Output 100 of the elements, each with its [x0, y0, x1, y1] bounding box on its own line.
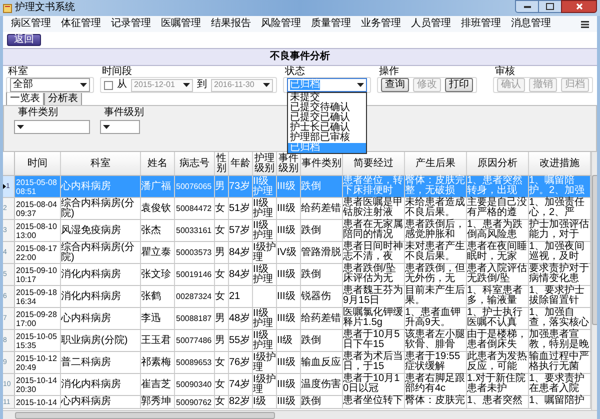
app-icon	[3, 4, 12, 12]
table-cell: 女	[215, 286, 229, 307]
table-cell: 祁素梅	[141, 352, 175, 373]
close-button[interactable]	[561, 0, 597, 13]
filter-label: 事件级别	[103, 108, 144, 118]
table-cell: 管路滑脱	[301, 242, 343, 263]
table-cell: I级护理	[253, 352, 277, 373]
table-cell: 男	[215, 242, 229, 263]
action-button[interactable]: 打印	[445, 78, 473, 92]
table-cell: 跌倒	[301, 220, 343, 241]
tab[interactable]: 一览表	[6, 92, 44, 105]
table-cell: III级	[277, 396, 301, 408]
table-cell: 患者日间时神志不清，夜	[343, 242, 405, 263]
table-cell: 2015-10-12 20:49	[15, 352, 61, 373]
table-cell: 患者医嘱是甲钴胺注射液	[343, 198, 405, 219]
column-header[interactable]: 护理级别	[253, 152, 277, 175]
dropdown-option[interactable]: 未提交	[288, 93, 366, 103]
table-cell: 2015-09-10 10:17	[15, 264, 61, 285]
column-header[interactable]: 简要经过	[343, 152, 405, 175]
maximize-button[interactable]	[539, 0, 561, 13]
table-cell: 57岁	[229, 220, 253, 241]
table-cell: 给药差错	[301, 198, 343, 219]
close-icon	[576, 3, 582, 10]
table-cell: 50077486	[175, 330, 215, 351]
table-cell: 心内科病房	[61, 396, 141, 408]
table-cell: 患者于10月5日下午15	[343, 330, 405, 351]
column-header[interactable]: 产生后果	[405, 152, 467, 175]
menu-item[interactable]: 人员管理	[411, 19, 451, 29]
filter-dropdown[interactable]	[100, 120, 140, 134]
menu-item[interactable]: 风险管理	[261, 19, 301, 29]
table-cell: I级护理	[253, 242, 277, 263]
table-cell: 崔吉芝	[141, 374, 175, 395]
table-cell: 跌倒	[301, 176, 343, 197]
table-cell: I级	[253, 396, 277, 408]
menu-item[interactable]: 体征管理	[61, 19, 101, 29]
table-cell: 此患者为发热反应，可能	[467, 352, 529, 373]
group-label: 状态	[284, 67, 306, 77]
table-cell: 跌倒	[301, 396, 343, 408]
table-cell: 给药差错	[301, 308, 343, 329]
dropdown-option[interactable]: 已提交已确认	[288, 113, 366, 123]
table-cell: 患者魏王芬为9月15日	[343, 286, 405, 307]
table-cell: 50090762	[175, 396, 215, 408]
tab[interactable]: 分析表	[44, 92, 82, 105]
group-label: 时间段	[101, 67, 133, 77]
menu-item[interactable]: 记录管理	[111, 19, 151, 29]
table-cell: II级	[277, 330, 301, 351]
action-button[interactable]: 查询	[381, 78, 409, 92]
table-cell: II级护理	[253, 176, 277, 197]
table-cell: 患者入院评估无跌倒/坠	[467, 264, 529, 285]
table-cell: III级	[277, 264, 301, 285]
menu-item[interactable]: 质量管理	[311, 19, 351, 29]
table-cell: 张文珍	[141, 264, 175, 285]
table-cell: 2015-05-08 08:51	[15, 176, 61, 197]
column-header[interactable]: 原因分析	[467, 152, 529, 175]
menu-item[interactable]: 业务管理	[361, 19, 401, 29]
caret-icon	[80, 82, 87, 88]
table-cell: 跌倒	[301, 264, 343, 285]
table-cell: 由于是楼梯，患者倒床失	[467, 330, 529, 351]
menu-item[interactable]: 排班管理	[461, 19, 501, 29]
table-cell: III级	[277, 286, 301, 307]
menu-item[interactable]: 医嘱管理	[161, 19, 201, 29]
menu-item[interactable]: 结果报告	[211, 19, 251, 29]
page-title: 不良事件分析	[270, 52, 330, 62]
table-cell: 患者于10月10日以冠	[343, 374, 405, 395]
table-cell: 潘广福	[141, 176, 175, 197]
column-header[interactable]: 时间	[15, 152, 61, 175]
table-cell: III级	[277, 220, 301, 241]
table-cell: 50089653	[175, 352, 215, 373]
table-cell: 1.对于新住院患者未护	[467, 374, 529, 395]
column-header[interactable]: 科室	[61, 152, 141, 175]
table-cell: 患者跌倒后，感觉肿胀和	[405, 220, 467, 241]
column-header[interactable]: 性别	[215, 152, 229, 175]
table-cell: 55岁	[229, 330, 253, 351]
table-cell: 1、患者突然	[467, 396, 529, 408]
table-cell: 男	[215, 308, 229, 329]
menu-item[interactable]: 消息管理	[511, 19, 551, 29]
table-cell: 84岁	[229, 264, 253, 285]
caret-icon	[17, 124, 24, 130]
table-cell: 1、患者血钾升高9天。	[405, 308, 467, 329]
table-cell: 臀体：皮肤完	[405, 396, 467, 408]
department-dropdown[interactable]: 全部	[10, 78, 90, 92]
dropdown-option[interactable]: 护士长已确认	[288, 123, 366, 133]
table-cell: III级	[277, 352, 301, 373]
table-cell: 郭秀坤	[141, 396, 175, 408]
table-cell: 未对患者产生不良后果。	[405, 242, 467, 263]
column-header[interactable]: 姓名	[141, 152, 175, 175]
dropdown-option[interactable]: 护理部已审核	[288, 133, 366, 143]
menu-icon[interactable]	[581, 20, 589, 28]
column-header[interactable]: 年龄	[229, 152, 253, 175]
table-cell: 男	[215, 176, 229, 197]
vertical-scrollbar[interactable]	[591, 152, 597, 410]
menu-item[interactable]: 病区管理	[11, 19, 51, 29]
horizontal-scrollbar[interactable]	[3, 410, 597, 419]
minimize-button[interactable]	[515, 0, 539, 13]
dropdown-option[interactable]: 已提交待确认	[288, 103, 366, 113]
column-header[interactable]: 病志号	[175, 152, 215, 175]
back-button[interactable]: 返回	[7, 34, 41, 46]
table-cell: 女	[215, 374, 229, 395]
column-header[interactable]: 事件类别	[301, 152, 343, 175]
table-cell: III级	[277, 308, 301, 329]
